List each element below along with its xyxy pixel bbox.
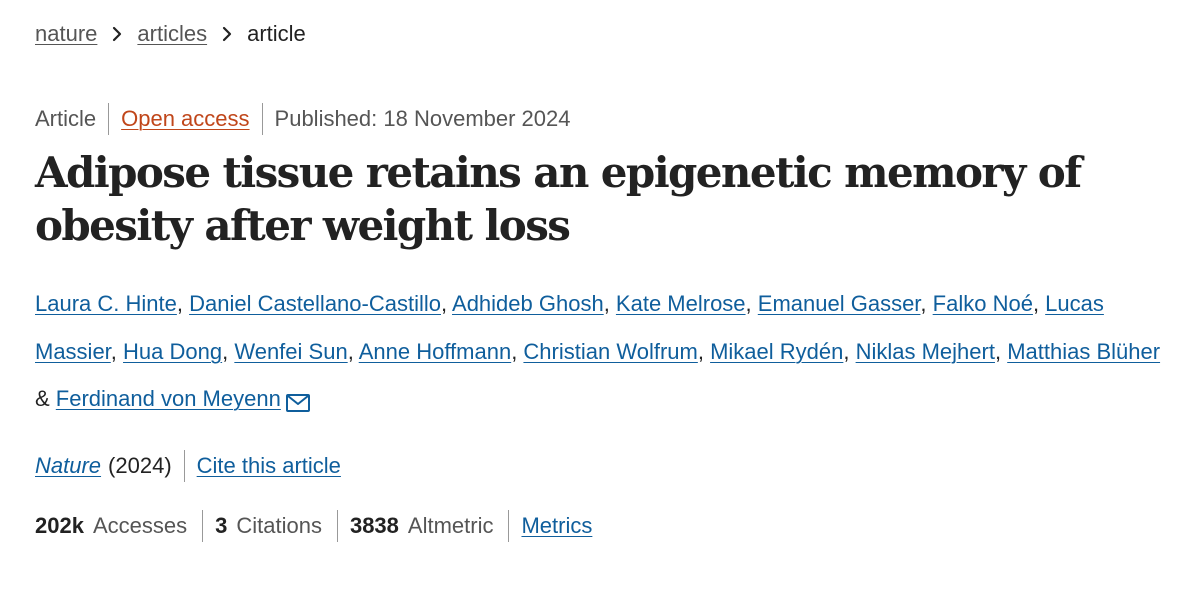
author-link[interactable]: Emanuel Gasser [758, 291, 921, 316]
accesses-label: Accesses [92, 513, 188, 538]
article-header: nature articles article Article Open acc… [0, 0, 1180, 592]
breadcrumb-nature-link[interactable]: nature [35, 20, 97, 48]
author-link[interactable]: Mikael Rydén [710, 339, 843, 364]
author-separator: , [920, 291, 933, 316]
author-separator: , [843, 338, 856, 364]
author-separator: , [1032, 291, 1046, 316]
author-separator: , [697, 338, 711, 364]
divider [336, 510, 338, 542]
citations-label: Citations [236, 513, 322, 538]
author-link[interactable]: Kate Melrose [616, 291, 746, 316]
author-separator: , [994, 338, 1008, 364]
article-meta: Article Open access Published: 18 Novemb… [35, 103, 571, 135]
author-link[interactable]: Wenfei Sun [234, 339, 347, 364]
author-separator: , [745, 291, 758, 316]
chevron-right-icon [207, 26, 247, 42]
author-separator: , [176, 291, 190, 316]
journal-info: Nature (2024) Cite this article [35, 450, 341, 482]
author-separator: , [441, 291, 453, 316]
divider [183, 450, 185, 482]
author-link[interactable]: Falko Noé [933, 291, 1033, 316]
metrics-link[interactable]: Metrics [521, 511, 592, 541]
divider [108, 103, 110, 135]
author-link[interactable]: Ferdinand von Meyenn [56, 386, 281, 411]
chevron-right-icon [97, 26, 137, 42]
author-separator: , [222, 338, 235, 364]
divider [508, 510, 510, 542]
author-separator: , [511, 338, 524, 364]
mail-icon[interactable] [285, 381, 310, 412]
breadcrumb: nature articles article [35, 20, 306, 48]
author-link[interactable]: Matthias Blüher [1007, 339, 1160, 364]
author-link[interactable]: Christian Wolfrum [523, 339, 697, 364]
author-link[interactable]: Adhideb Ghosh [452, 291, 604, 316]
metrics-bar: 202k Accesses 3 Citations 3838 Altmetric… [35, 510, 592, 542]
breadcrumb-current: article [247, 21, 306, 46]
journal-link[interactable]: Nature [35, 451, 101, 481]
citations-count: 3 [215, 513, 228, 538]
journal-year: (2024) [108, 453, 172, 478]
accesses-count: 202k [35, 513, 84, 538]
author-list: Laura C. Hinte, Daniel Castellano-Castil… [35, 280, 1170, 423]
article-type: Article [35, 106, 97, 131]
author-separator: , [347, 338, 359, 364]
altmetric-score: 3838 [349, 513, 399, 538]
author-separator: , [603, 291, 616, 316]
breadcrumb-articles-link[interactable]: articles [137, 20, 207, 48]
altmetric-label: Altmetric [407, 513, 494, 538]
author-link[interactable]: Laura C. Hinte [35, 291, 177, 316]
divider [202, 510, 204, 542]
author-separator: , [110, 338, 124, 364]
cite-article-link[interactable]: Cite this article [197, 451, 341, 481]
divider [261, 103, 263, 135]
author-link[interactable]: Daniel Castellano-Castillo [189, 291, 441, 316]
open-access-link[interactable]: Open access [121, 104, 249, 134]
article-title: Adipose tissue retains an epigenetic mem… [35, 148, 1082, 250]
author-link[interactable]: Anne Hoffmann [359, 339, 511, 364]
author-link[interactable]: Hua Dong [123, 339, 222, 364]
author-separator: & [35, 386, 56, 411]
author-link[interactable]: Niklas Mejhert [856, 339, 995, 364]
published-date: Published: 18 November 2024 [274, 106, 571, 131]
